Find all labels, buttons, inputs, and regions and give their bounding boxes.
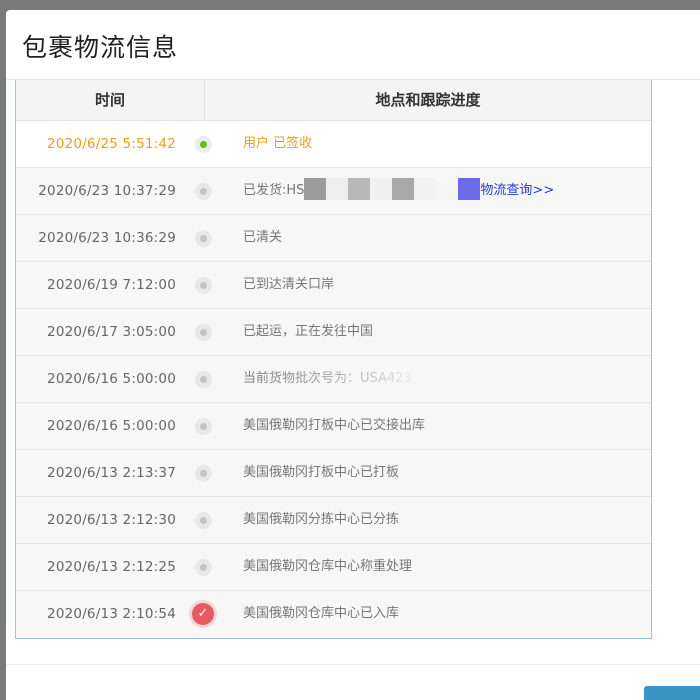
redacted-block — [414, 178, 437, 200]
row-time: 2020/6/23 10:37:29 — [38, 183, 176, 199]
footer-button[interactable] — [644, 686, 700, 700]
table-row: 2020/6/17 3:05:00 已起运，正在发往中国 — [16, 309, 651, 356]
redacted-block — [392, 178, 415, 200]
table-row: 2020/6/16 5:00:00 当前货物批次号为：USA423 — [16, 356, 651, 403]
table-row: 2020/6/13 2:10:54 ✓ 美国俄勒冈仓库中心已入库 — [16, 591, 651, 638]
grey-dot-icon — [195, 324, 212, 341]
redacted-block — [304, 178, 327, 200]
grey-dot-icon — [195, 418, 212, 435]
row-time: 2020/6/23 10:36:29 — [38, 230, 176, 246]
grey-dot-icon — [195, 371, 212, 388]
row-time: 2020/6/13 2:13:37 — [47, 465, 176, 481]
row-time: 2020/6/25 5:51:42 — [47, 136, 176, 152]
redacted-block — [370, 178, 393, 200]
row-time: 2020/6/19 7:12:00 — [47, 277, 176, 293]
footer-divider — [6, 664, 700, 665]
table-row: 2020/6/13 2:12:25 美国俄勒冈仓库中心称重处理 — [16, 544, 651, 591]
row-desc: 已到达清关口岸 — [243, 277, 335, 292]
row-desc: 美国俄勒冈打板中心已交接出库 — [243, 418, 426, 433]
row-desc: 美国俄勒冈打板中心已打板 — [243, 465, 400, 480]
grey-dot-icon — [195, 230, 212, 247]
column-header-location: 地点和跟踪进度 — [375, 91, 481, 109]
row-desc: 当前货物批次号为：USA423 — [243, 356, 412, 402]
logistics-modal: 包裹物流信息 时间 地点和跟踪进度 2020/6/25 5:51:42 用户 已… — [6, 10, 700, 700]
table-row: 2020/6/23 10:36:29 已清关 — [16, 215, 651, 262]
check-mark-icon: ✓ — [197, 606, 209, 621]
row-desc: 已清关 — [243, 230, 283, 245]
shipment-prefix: 已发货:HS — [243, 183, 305, 198]
redacted-block — [458, 178, 481, 200]
table-row: 2020/6/19 7:12:00 已到达清关口岸 — [16, 262, 651, 309]
row-time: 2020/6/13 2:10:54 — [47, 606, 176, 622]
row-desc: 用户 已签收 — [243, 136, 313, 151]
row-time: 2020/6/17 3:05:00 — [47, 324, 176, 340]
table-row: 2020/6/13 2:13:37 美国俄勒冈打板中心已打板 — [16, 450, 651, 497]
row-time: 2020/6/13 2:12:25 — [47, 559, 176, 575]
redacted-block — [348, 178, 371, 200]
row-time: 2020/6/13 2:12:30 — [47, 512, 176, 528]
row-desc: 美国俄勒冈分拣中心已分拣 — [243, 512, 400, 527]
grey-dot-icon — [195, 183, 212, 200]
logistics-query-link[interactable]: 物流查询>> — [480, 183, 554, 198]
row-desc: 已发货:HS 物流查询>> — [243, 168, 554, 214]
tracking-table: 时间 地点和跟踪进度 2020/6/25 5:51:42 用户 已签收 2020… — [15, 80, 652, 639]
table-row: 2020/6/23 10:37:29 已发货:HS 物流查询>> — [16, 168, 651, 215]
redacted-block — [326, 178, 349, 200]
column-header-time: 时间 — [94, 91, 125, 109]
table-body: 2020/6/25 5:51:42 用户 已签收 2020/6/23 10:37… — [16, 121, 651, 638]
grey-dot-icon — [195, 559, 212, 576]
grey-dot-icon — [195, 512, 212, 529]
row-desc: 美国俄勒冈仓库中心称重处理 — [243, 559, 413, 574]
grey-dot-icon — [195, 465, 212, 482]
modal-header: 包裹物流信息 — [6, 10, 700, 80]
table-row: 2020/6/13 2:12:30 美国俄勒冈分拣中心已分拣 — [16, 497, 651, 544]
table-row: 2020/6/16 5:00:00 美国俄勒冈打板中心已交接出库 — [16, 403, 651, 450]
green-dot-icon — [195, 136, 212, 153]
modal-title: 包裹物流信息 — [22, 33, 179, 62]
table-header: 时间 地点和跟踪进度 — [16, 80, 651, 121]
row-desc: 美国俄勒冈仓库中心已入库 — [243, 606, 400, 621]
row-time: 2020/6/16 5:00:00 — [47, 418, 176, 434]
grey-dot-icon — [195, 277, 212, 294]
row-desc: 已起运，正在发往中国 — [243, 324, 374, 339]
row-time: 2020/6/16 5:00:00 — [47, 371, 176, 387]
table-row: 2020/6/25 5:51:42 用户 已签收 — [16, 121, 651, 168]
redacted-block — [436, 178, 459, 200]
